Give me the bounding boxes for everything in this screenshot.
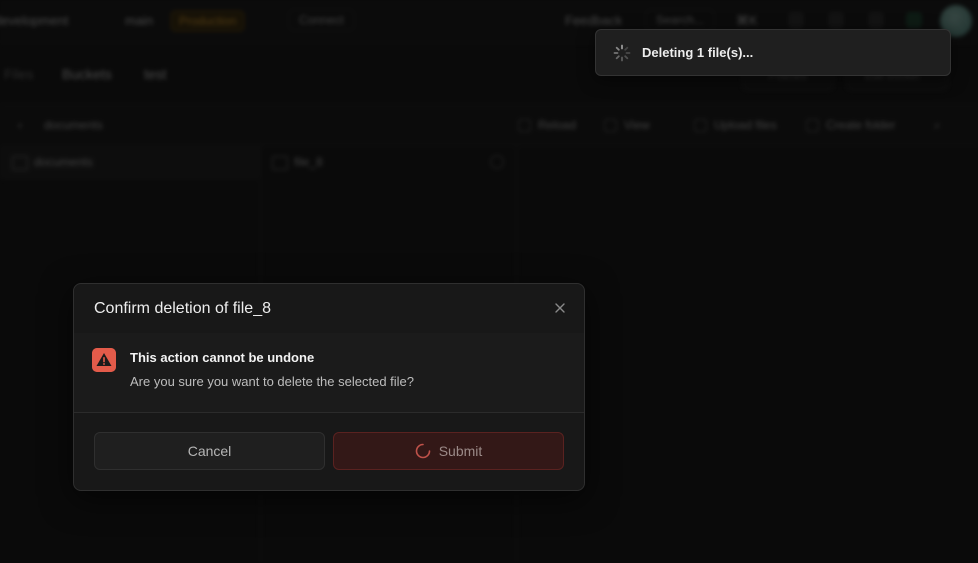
toast-notification: Deleting 1 file(s)...: [595, 29, 951, 76]
cancel-button[interactable]: Cancel: [94, 432, 325, 470]
dialog-title: Confirm deletion of file_8: [94, 300, 271, 317]
cancel-label: Cancel: [187, 443, 232, 459]
dialog-header: Confirm deletion of file_8: [74, 284, 584, 334]
close-icon[interactable]: [552, 300, 568, 316]
loading-spinner-icon: [613, 44, 631, 62]
warning-icon: [92, 348, 116, 372]
toast-message: Deleting 1 file(s)...: [642, 45, 754, 60]
submit-label: Submit: [438, 443, 483, 459]
warning-alert: This action cannot be undone Are you sur…: [74, 333, 584, 413]
alert-message: Are you sure you want to delete the sele…: [130, 374, 415, 389]
submit-button[interactable]: Submit: [333, 432, 564, 470]
confirm-delete-dialog: Confirm deletion of file_8 This action c…: [73, 283, 585, 491]
alert-title: This action cannot be undone: [130, 350, 315, 365]
loading-spinner-icon: [415, 443, 431, 459]
